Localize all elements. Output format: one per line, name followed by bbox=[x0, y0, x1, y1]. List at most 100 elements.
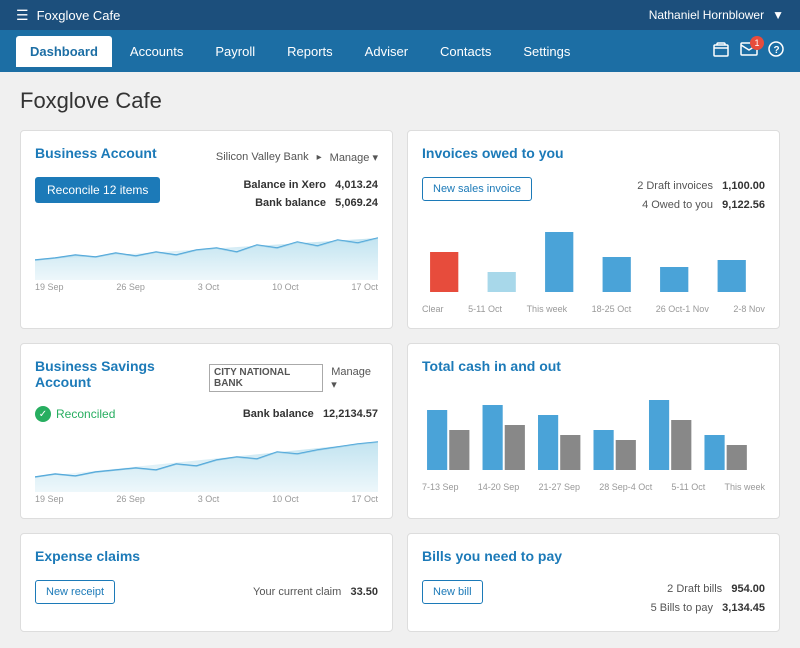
mail-icon[interactable]: 1 bbox=[740, 42, 758, 61]
sav-label-5: 17 Oct bbox=[351, 494, 378, 504]
owed-invoices-row: 4 Owed to you 9,122.56 bbox=[637, 196, 765, 215]
reconciled-badge: ✓ Reconciled bbox=[35, 406, 115, 422]
inv-label-3: This week bbox=[527, 304, 568, 314]
bills-card: Bills you need to pay New bill 2 Draft b… bbox=[407, 533, 780, 632]
cash-label-2: 14-20 Sep bbox=[478, 482, 520, 492]
sav-label-1: 19 Sep bbox=[35, 494, 64, 504]
savings-balance-info: Bank balance 12,2134.57 bbox=[243, 406, 378, 424]
sav-label-4: 10 Oct bbox=[272, 494, 299, 504]
business-account-manage[interactable]: Manage ▾ bbox=[330, 151, 378, 164]
business-account-chart bbox=[35, 220, 378, 280]
nav-adviser[interactable]: Adviser bbox=[351, 36, 422, 67]
svg-text:?: ? bbox=[774, 45, 780, 56]
chart-label-1: 19 Sep bbox=[35, 282, 64, 292]
inv-label-5: 26 Oct-1 Nov bbox=[656, 304, 709, 314]
business-account-balance-row: Reconcile 12 items Balance in Xero 4,013… bbox=[35, 177, 378, 212]
cash-label-3: 21-27 Sep bbox=[538, 482, 580, 492]
invoices-actions: New sales invoice 2 Draft invoices 1,100… bbox=[422, 177, 765, 214]
savings-manage[interactable]: Manage ▾ bbox=[331, 366, 378, 391]
business-account-header: Business Account Silicon Valley Bank ▸ M… bbox=[35, 145, 378, 169]
business-account-bank-manage: Silicon Valley Bank ▸ Manage ▾ bbox=[216, 151, 378, 164]
nav-settings[interactable]: Settings bbox=[509, 36, 584, 67]
cash-label-1: 7-13 Sep bbox=[422, 482, 459, 492]
bills-to-pay-row: 5 Bills to pay 3,134.45 bbox=[651, 599, 765, 618]
savings-account-header: Business Savings Account CITY NATIONAL B… bbox=[35, 358, 378, 398]
total-cash-title: Total cash in and out bbox=[422, 358, 561, 374]
username: Nathaniel Hornblower bbox=[649, 8, 764, 22]
expense-claims-header: Expense claims bbox=[35, 548, 378, 572]
nav-payroll[interactable]: Payroll bbox=[201, 36, 269, 67]
savings-balance-row: Bank balance 12,2134.57 bbox=[243, 406, 378, 424]
chart-label-5: 17 Oct bbox=[351, 282, 378, 292]
expense-claims-title: Expense claims bbox=[35, 548, 140, 564]
reconcile-button[interactable]: Reconcile 12 items bbox=[35, 177, 160, 203]
total-cash-card: Total cash in and out bbox=[407, 343, 780, 519]
savings-chart-labels: 19 Sep 26 Sep 3 Oct 10 Oct 17 Oct bbox=[35, 494, 378, 504]
nav-icons: 1 ? bbox=[712, 41, 784, 62]
total-cash-header: Total cash in and out bbox=[422, 358, 765, 382]
inv-label-1: Clear bbox=[422, 304, 444, 314]
top-bar: ☰ Foxglove Cafe Nathaniel Hornblower ▼ bbox=[0, 0, 800, 30]
savings-bank-manage: CITY NATIONAL BANK Manage ▾ bbox=[209, 364, 378, 392]
bills-section: New bill 2 Draft bills 954.00 5 Bills to… bbox=[422, 580, 765, 617]
chart-label-4: 10 Oct bbox=[272, 282, 299, 292]
check-circle-icon: ✓ bbox=[35, 406, 51, 422]
invoices-card: Invoices owed to you New sales invoice 2… bbox=[407, 130, 780, 329]
cash-label-5: 5-11 Oct bbox=[671, 482, 705, 492]
savings-account-chart bbox=[35, 432, 378, 492]
business-account-card: Business Account Silicon Valley Bank ▸ M… bbox=[20, 130, 393, 329]
top-bar-left: ☰ Foxglove Cafe bbox=[16, 7, 120, 24]
top-bar-right: Nathaniel Hornblower ▼ bbox=[649, 8, 784, 22]
nav-bar: Dashboard Accounts Payroll Reports Advis… bbox=[0, 30, 800, 72]
bills-header: Bills you need to pay bbox=[422, 548, 765, 572]
draft-bills-row: 2 Draft bills 954.00 bbox=[651, 580, 765, 599]
cash-label-6: This week bbox=[724, 482, 765, 492]
chart-label-2: 26 Sep bbox=[116, 282, 145, 292]
savings-account-title: Business Savings Account bbox=[35, 358, 209, 390]
nav-contacts[interactable]: Contacts bbox=[426, 36, 505, 67]
invoices-title: Invoices owed to you bbox=[422, 145, 564, 161]
sav-label-3: 3 Oct bbox=[198, 494, 220, 504]
business-account-bank: Silicon Valley Bank bbox=[216, 151, 309, 163]
new-receipt-button[interactable]: New receipt bbox=[35, 580, 115, 604]
nav-dashboard[interactable]: Dashboard bbox=[16, 36, 112, 67]
brand-name: Foxglove Cafe bbox=[37, 8, 121, 23]
invoices-chart-labels: Clear 5-11 Oct This week 18-25 Oct 26 Oc… bbox=[422, 304, 765, 314]
invoices-amounts: 2 Draft invoices 1,100.00 4 Owed to you … bbox=[637, 177, 765, 214]
expense-claims-card: Expense claims New receipt Your current … bbox=[20, 533, 393, 632]
savings-account-balance-row: ✓ Reconciled Bank balance 12,2134.57 bbox=[35, 406, 378, 424]
bills-amounts: 2 Draft bills 954.00 5 Bills to pay 3,13… bbox=[651, 580, 765, 617]
draft-invoices-row: 2 Draft invoices 1,100.00 bbox=[637, 177, 765, 196]
business-account-chart-labels: 19 Sep 26 Sep 3 Oct 10 Oct 17 Oct bbox=[35, 282, 378, 292]
inv-label-4: 18-25 Oct bbox=[592, 304, 632, 314]
chart-label-3: 3 Oct bbox=[198, 282, 220, 292]
inv-label-2: 5-11 Oct bbox=[468, 304, 502, 314]
nav-accounts[interactable]: Accounts bbox=[116, 36, 197, 67]
user-dropdown-arrow[interactable]: ▼ bbox=[772, 8, 784, 22]
new-sales-invoice-button[interactable]: New sales invoice bbox=[422, 177, 532, 201]
business-account-title: Business Account bbox=[35, 145, 157, 161]
total-cash-chart-labels: 7-13 Sep 14-20 Sep 21-27 Sep 28 Sep-4 Oc… bbox=[422, 482, 765, 492]
total-cash-chart bbox=[422, 390, 765, 480]
hamburger-icon[interactable]: ☰ bbox=[16, 7, 29, 24]
page-content: Foxglove Cafe Business Account Silicon V… bbox=[0, 72, 800, 648]
invoices-header: Invoices owed to you bbox=[422, 145, 765, 169]
help-icon[interactable]: ? bbox=[768, 41, 784, 62]
nav-reports[interactable]: Reports bbox=[273, 36, 347, 67]
files-icon[interactable] bbox=[712, 41, 730, 62]
bank-dropdown-icon: ▸ bbox=[317, 152, 322, 163]
page-title: Foxglove Cafe bbox=[20, 88, 780, 114]
balance-xero-row: Balance in Xero 4,013.24 bbox=[243, 177, 378, 195]
savings-account-card: Business Savings Account CITY NATIONAL B… bbox=[20, 343, 393, 519]
dashboard-grid: Business Account Silicon Valley Bank ▸ M… bbox=[20, 130, 780, 632]
claim-info: Your current claim 33.50 bbox=[253, 586, 378, 598]
new-bill-button[interactable]: New bill bbox=[422, 580, 483, 604]
balance-bank-row: Bank balance 5,069.24 bbox=[243, 195, 378, 213]
expense-claims-section: New receipt Your current claim 33.50 bbox=[35, 580, 378, 604]
bills-title: Bills you need to pay bbox=[422, 548, 562, 564]
business-account-balance-info: Balance in Xero 4,013.24 Bank balance 5,… bbox=[243, 177, 378, 212]
cash-label-4: 28 Sep-4 Oct bbox=[599, 482, 652, 492]
mail-badge: 1 bbox=[750, 36, 764, 50]
inv-label-6: 2-8 Nov bbox=[733, 304, 765, 314]
invoices-chart bbox=[422, 222, 765, 302]
